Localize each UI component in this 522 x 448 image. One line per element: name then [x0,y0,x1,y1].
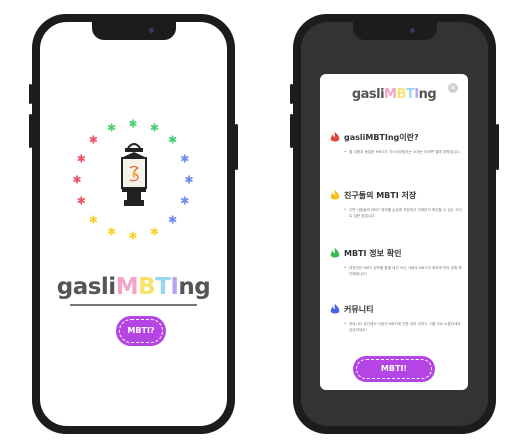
logo-prefix: gasli [56,274,116,300]
section-desc: 별 이름과 동일한 MBTI가 가스라이팅하는 소재는 어쩌면 별에 취향입니다… [344,149,462,155]
section-save: 친구들의 MBTI 저장 주변 사람들의 MBTI 정보를 손쉽게 저장하고 언… [330,190,462,219]
star-icon: ✱ [76,194,86,208]
star-icon: ✱ [106,225,117,239]
camera-icon [409,28,415,33]
intro-modal: ✕ gasliMBTIng gasliMBTIng이란? 별 이름과 동일한 M… [320,74,468,390]
star-icon: ✱ [167,133,178,147]
logo-prefix: gasli [351,87,385,102]
star-icon: ✱ [128,117,138,131]
section-community: 커뮤니티 커뮤니티 공간에서 사람의 MBTI에 관한 여러 이야기 그를 서로… [330,304,462,333]
mbti-go-label: MBTI! [380,364,408,373]
star-icon: ✱ [88,133,98,147]
logo-suffix: ng [178,274,211,300]
section-desc: 주변 사람들의 MBTI 정보를 손쉽게 저장하고 언제든지 확인할 수 있는 … [344,207,462,219]
power-button [235,124,238,170]
star-icon: ✱ [76,152,86,166]
green-flame-icon [330,248,340,258]
section-title: gasliMBTIng이란? [344,133,419,142]
star-icon: ✱ [106,121,117,135]
section-info: MBTI 정보 확인 대표적인 MBTI 정보를 통해 내가 아닌 사람의 MB… [330,248,462,277]
notch [352,22,437,40]
section-title: 커뮤니티 [344,305,374,314]
star-icon: ✱ [180,152,190,166]
section-title: 친구들의 MBTI 저장 [344,191,417,200]
star-icon: ✱ [184,173,194,187]
section-about: gasliMBTIng이란? 별 이름과 동일한 MBTI가 가스라이팅하는 소… [330,132,462,155]
section-title: MBTI 정보 확인 [344,249,402,258]
notch [91,22,176,40]
logo-underline [70,304,197,306]
star-icon: ✱ [149,225,160,239]
logo-suffix: ng [418,87,437,102]
mbti-go-button[interactable]: MBTI! [353,356,435,382]
logo-letter-b: B [396,87,406,102]
mbti-start-button[interactable]: MBTI? [116,316,166,346]
volume-button [29,84,32,104]
lantern-icon [121,143,147,206]
section-desc: 커뮤니티 공간에서 사람의 MBTI에 관한 여러 이야기 그를 서로 소통하세… [344,321,462,333]
app-logo: gasliMBTIng [40,274,227,300]
yellow-flame-icon [330,190,340,200]
red-flame-icon [330,132,340,142]
phone-left: ✱ ✱ ✱ ✱ ✱ ✱ ✱ ✱ ✱ ✱ ✱ ✱ ✱ ✱ ✱ ✱ gasliMBTIng MBTI? [29,14,238,434]
star-icon: ✱ [149,121,160,135]
splash-screen: ✱ ✱ ✱ ✱ ✱ ✱ ✱ ✱ ✱ ✱ ✱ ✱ ✱ ✱ ✱ ✱ gasliMBTIng MBTI? [40,22,227,426]
star-icon: ✱ [88,213,98,227]
camera-icon [148,28,154,33]
logo-letter-m: M [384,87,397,102]
volume-button [29,114,32,148]
star-icon: ✱ [128,229,138,243]
star-icon: ✱ [167,213,178,227]
logo-letter-t: T [155,274,171,300]
logo-letter-m: M [115,274,139,300]
volume-button [290,84,293,104]
volume-button [290,114,293,148]
section-desc: 대표적인 MBTI 정보를 통해 내가 아닌 사람의 MBTI가 정보에 따라 … [344,265,462,277]
power-button [496,124,499,170]
modal-logo: gasliMBTIng [320,87,468,102]
phone-right: ✕ gasliMBTIng gasliMBTIng이란? 별 이름과 동일한 M… [290,14,499,434]
star-icon: ✱ [180,194,190,208]
star-icon: ✱ [72,173,82,187]
blue-flame-icon [330,304,340,314]
logo-letter-b: B [138,274,156,300]
mbti-start-label: MBTI? [127,326,155,335]
intro-screen: ✕ gasliMBTIng gasliMBTIng이란? 별 이름과 동일한 M… [301,22,488,426]
